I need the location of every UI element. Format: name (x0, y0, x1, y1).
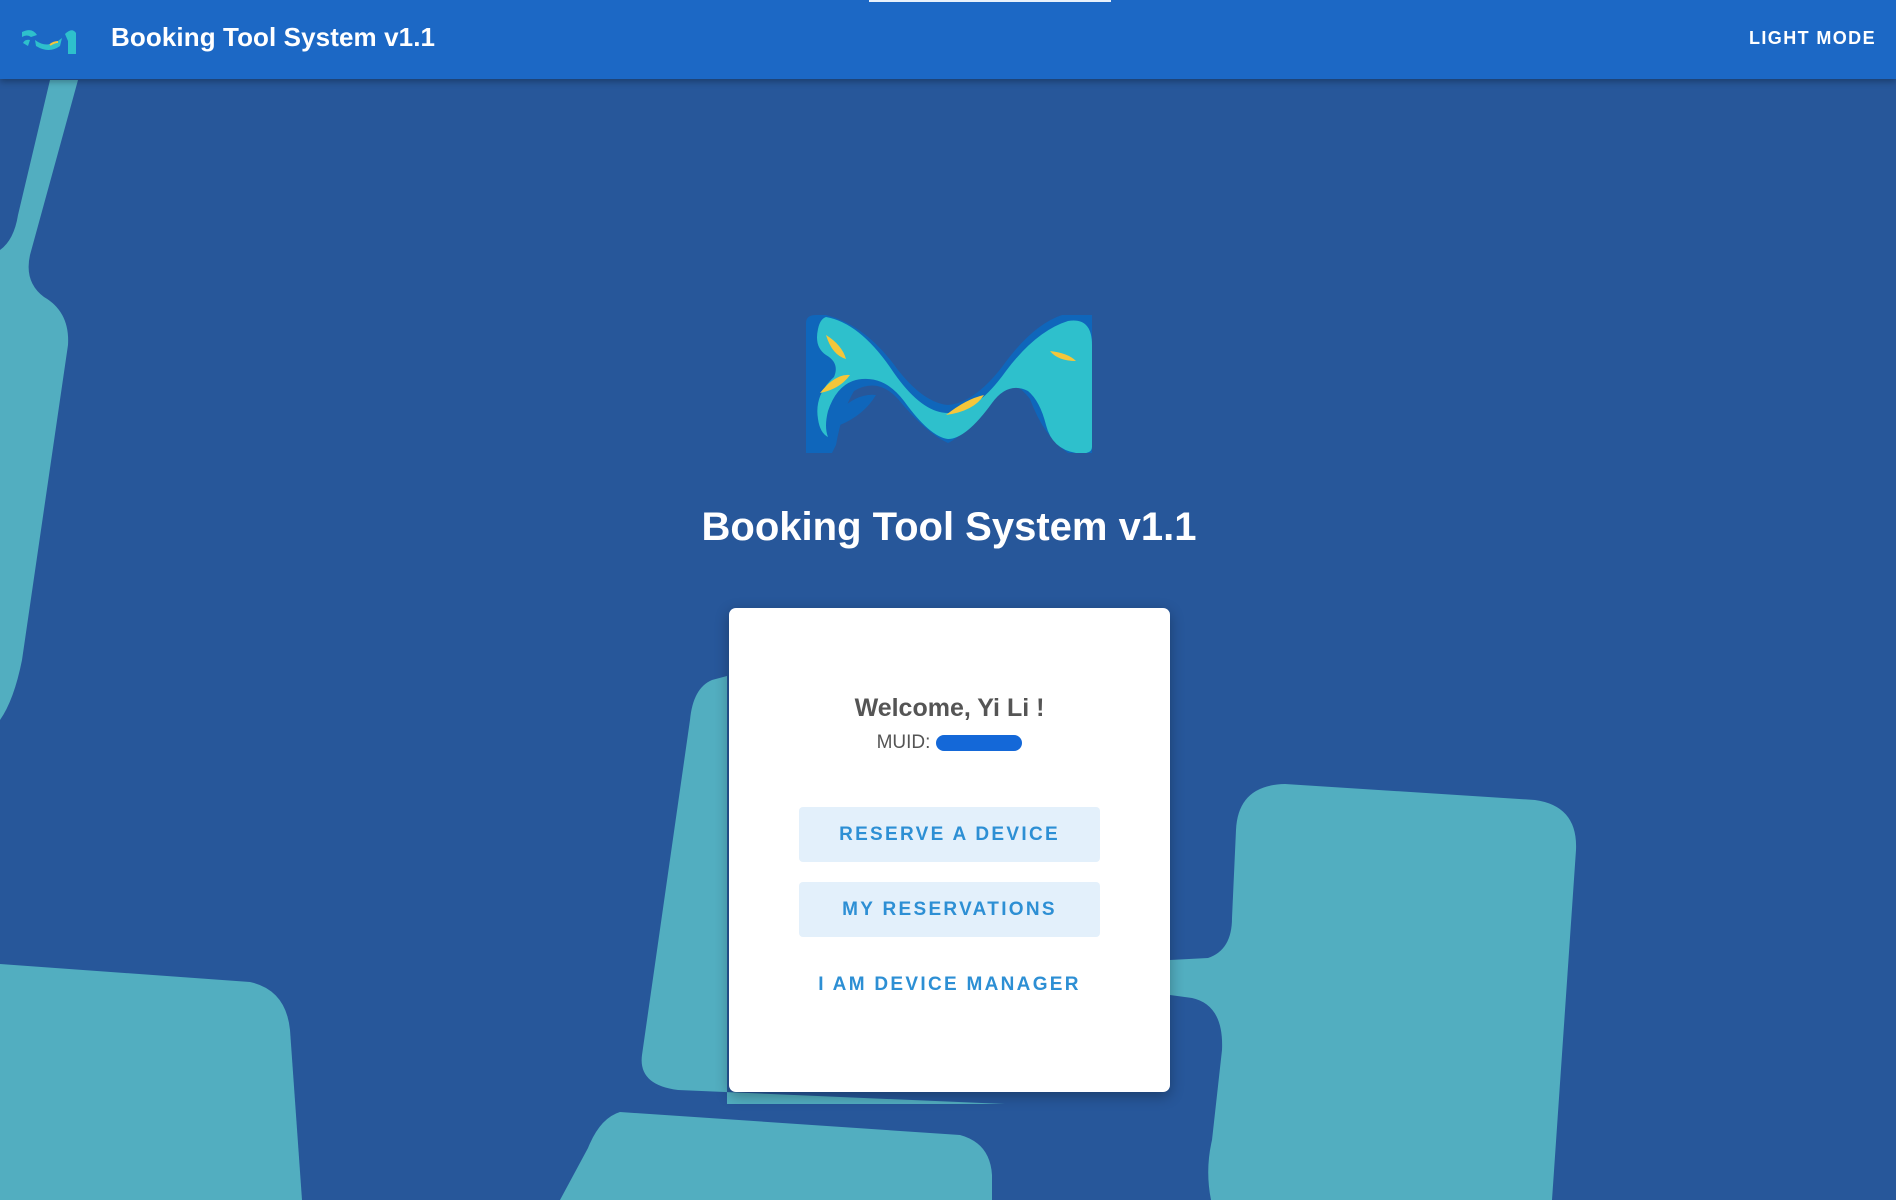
muid-redacted-value (936, 735, 1023, 751)
reserve-device-button[interactable]: RESERVE A DEVICE (799, 807, 1100, 862)
muid-label: MUID: (876, 732, 931, 753)
welcome-card: Welcome, Yi Li ! MUID: RESERVE A DEVICE … (729, 608, 1170, 1092)
top-indicator (869, 0, 1111, 2)
app-bar: Booking Tool System v1.1 LIGHT MODE (0, 0, 1896, 79)
page-title: Booking Tool System v1.1 (701, 505, 1197, 549)
muid-row: MUID: (729, 732, 1170, 754)
app-title: Booking Tool System v1.1 (111, 22, 436, 52)
m-wave-logo-icon (806, 315, 1092, 453)
m-wave-logo-icon[interactable] (20, 24, 78, 56)
device-manager-button[interactable]: I AM DEVICE MANAGER (799, 957, 1100, 1012)
welcome-text: Welcome, Yi Li ! (854, 694, 1045, 722)
my-reservations-button[interactable]: MY RESERVATIONS (799, 882, 1100, 937)
light-mode-button[interactable]: LIGHT MODE (1749, 28, 1876, 49)
